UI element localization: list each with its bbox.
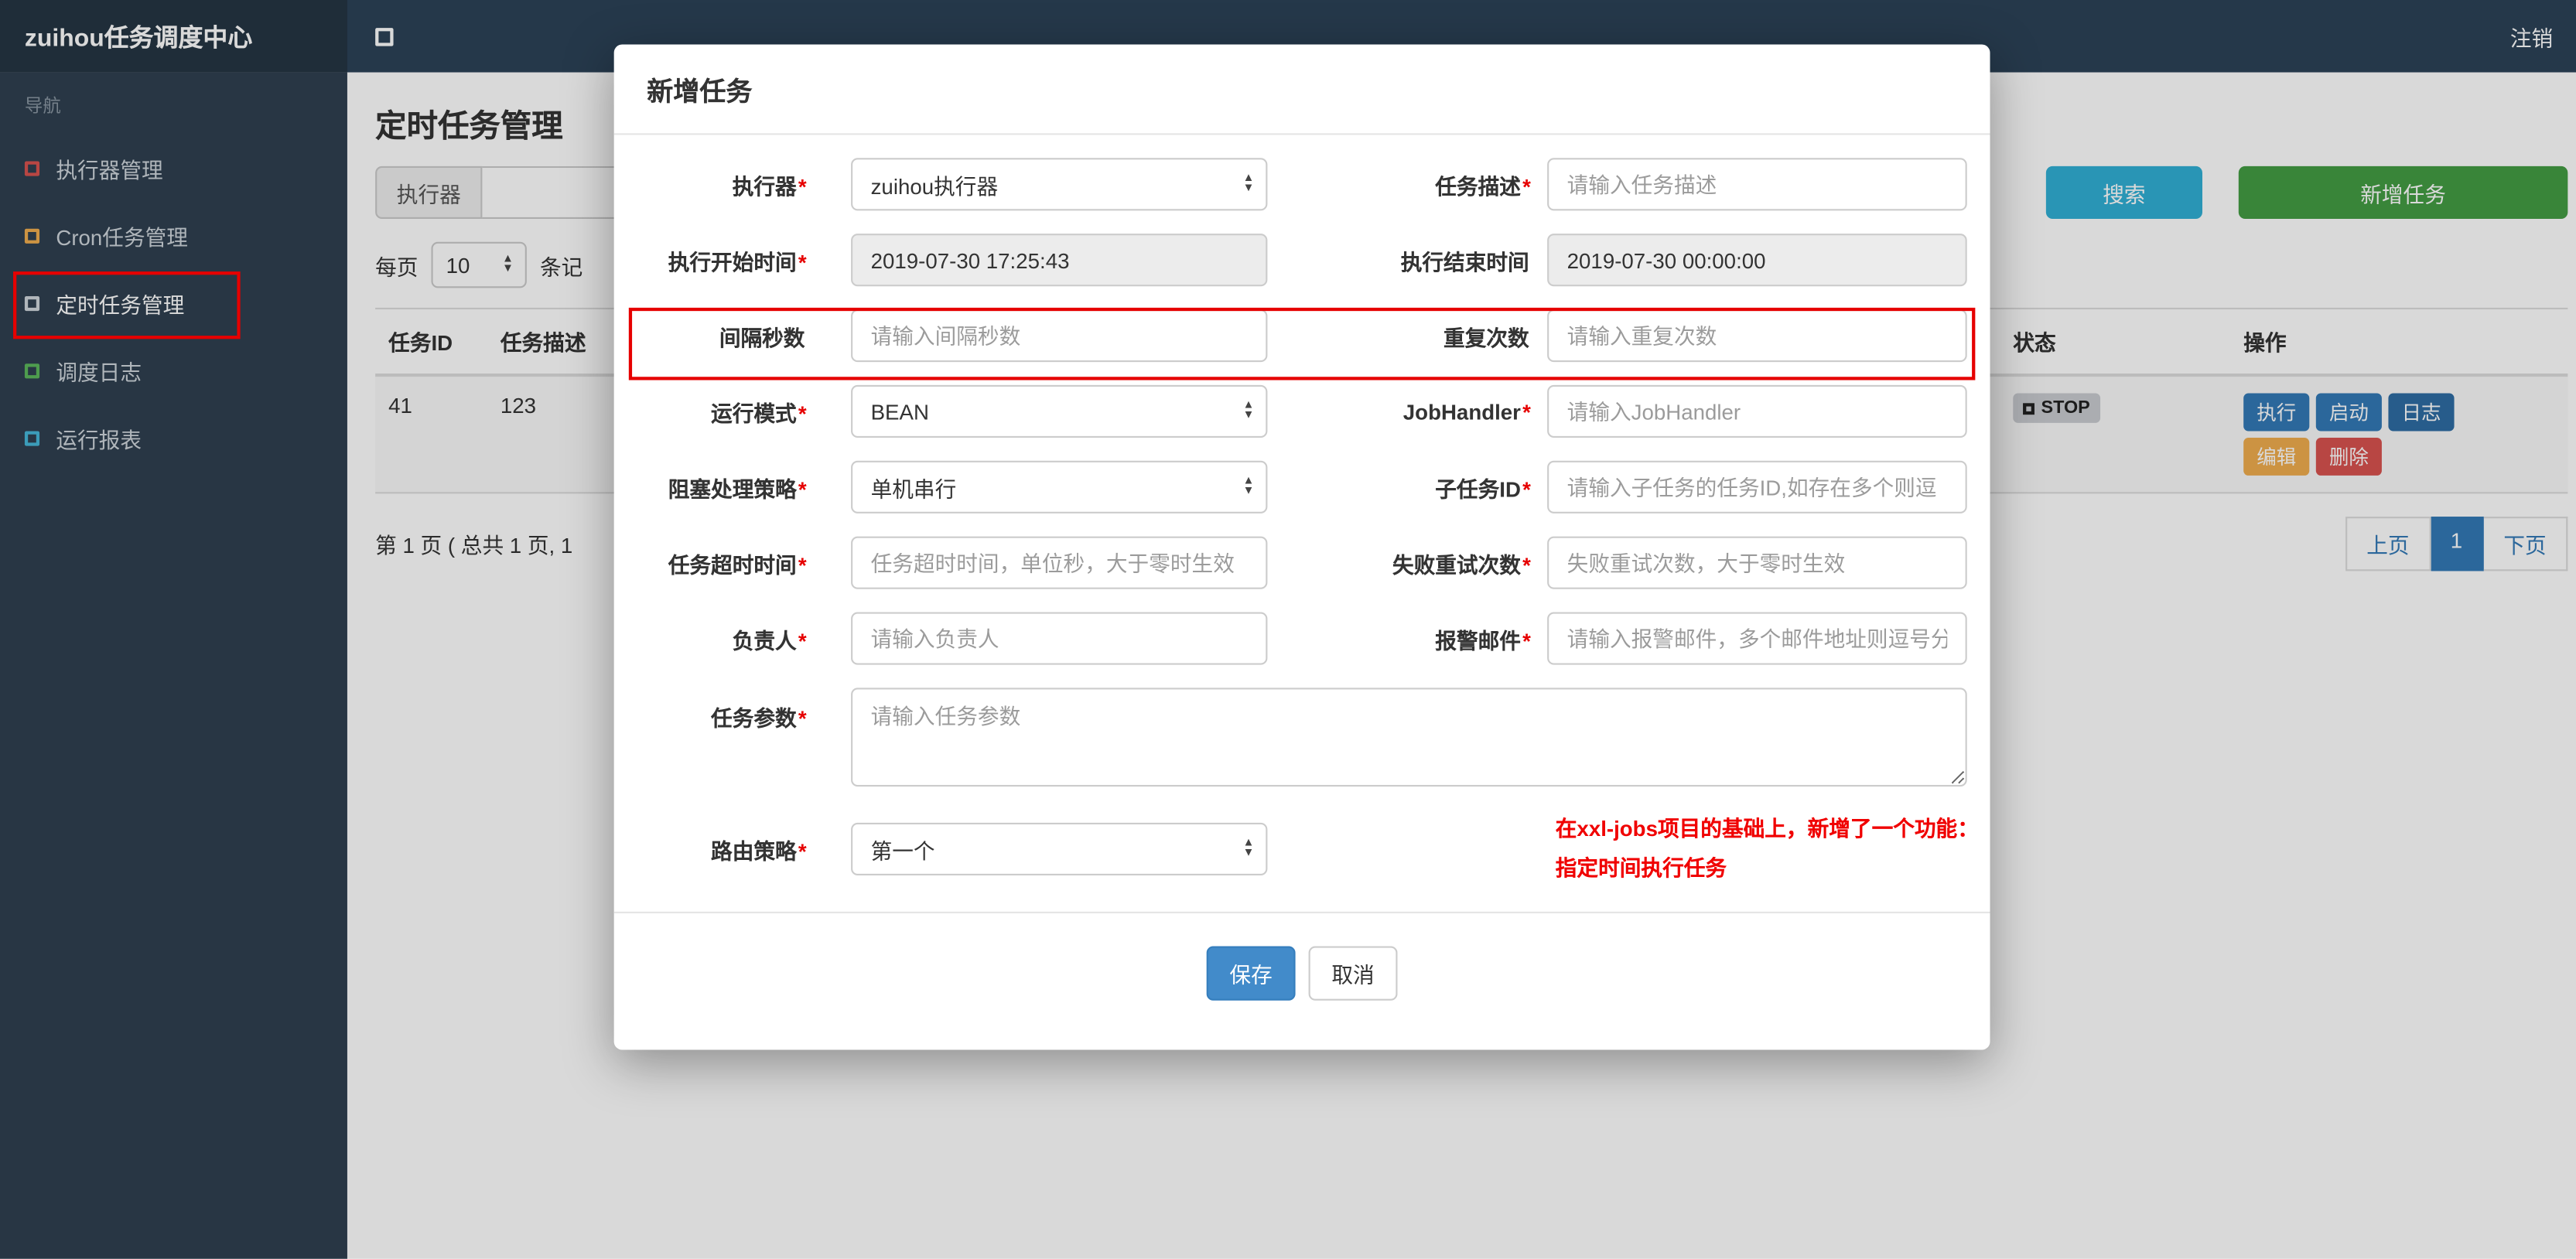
executor-select[interactable]: zuihou执行器 ▲ ▼: [851, 158, 1268, 211]
timeout-label: 任务超时时间 *: [668, 551, 807, 577]
retry-count-input[interactable]: [1547, 536, 1967, 589]
block-strategy-label: 阻塞处理策略 *: [668, 476, 807, 501]
modal-footer: 保存 取消: [614, 913, 1990, 1050]
start-time-label: 执行开始时间 *: [668, 249, 807, 275]
form-row: 负责人* 报警邮件*: [634, 612, 1967, 665]
modal-title: 新增任务: [613, 44, 1990, 135]
route-strategy-select[interactable]: 第一个 ▲ ▼: [851, 822, 1268, 875]
modal-body: 执行器* zuihou执行器 ▲▼ 任务描述* 执行开始时间*: [614, 135, 1990, 889]
repeat-count-label: 重复次数: [1443, 325, 1529, 350]
job-desc-label: 任务描述 *: [1435, 173, 1531, 199]
block-strategy-select-value: 单机串行: [870, 476, 957, 501]
child-job-id-label: 子任务ID *: [1435, 476, 1531, 501]
form-row: 间隔秒数 重复次数: [634, 309, 1967, 363]
end-time-input[interactable]: [1547, 234, 1967, 287]
retry-count-label: 失败重试次数 *: [1392, 551, 1531, 577]
route-strategy-select-value: 第一个: [870, 838, 935, 864]
owner-input[interactable]: [851, 612, 1268, 665]
form-row: 路由策略 * 第一个 ▲ ▼ 在xxl-jobs项目的基础上，新增了一个功能： 指定…: [634, 810, 1979, 889]
form-row: 阻塞处理策略 * 单机串行 ▲ ▼ 子任务ID *: [634, 460, 1967, 513]
form-row: 执行开始时间* 执行结束时间: [634, 234, 1967, 287]
select-arrows-icon: ▲ ▼: [1242, 172, 1255, 195]
job-params-label: 任务参数 *: [711, 705, 807, 731]
run-mode-select-value: BEAN: [870, 398, 929, 424]
form-row: 任务参数 *: [634, 688, 1967, 787]
interval-seconds-input[interactable]: [851, 309, 1268, 363]
jobhandler-label: JobHandler *: [1402, 398, 1531, 424]
form-row: 运行模式 * BEAN ▲ ▼ JobHandler *: [634, 384, 1967, 438]
job-desc-input[interactable]: [1547, 158, 1967, 211]
select-arrows-icon: ▲ ▼: [1242, 400, 1255, 421]
interval-label: 间隔秒数: [719, 325, 805, 350]
timeout-input[interactable]: [851, 536, 1268, 589]
alarm-email-label: 报警邮件 *: [1435, 627, 1531, 653]
owner-label: 负责人 *: [732, 627, 807, 653]
feature-note: 在xxl-jobs项目的基础上，新增了一个功能： 指定时间执行任务: [1556, 810, 1979, 889]
executor-label: 执行器 *: [732, 173, 807, 199]
app-root: zuihou任务调度中心 注销 导航 执行器管理 Cron任务管理 定时任务管理…: [0, 0, 2576, 1259]
feature-note-line1: 在xxl-jobs项目的基础上，新增了一个功能：: [1555, 816, 1979, 841]
form-row: 任务超时时间* 失败重试次数*: [634, 536, 1967, 589]
block-strategy-select[interactable]: 单机串行 ▲ ▼: [851, 460, 1268, 513]
select-arrows-icon: ▲ ▼: [1242, 475, 1255, 497]
run-mode-label: 运行模式 *: [711, 401, 807, 426]
executor-select-value: zuihou执行器: [870, 173, 999, 199]
start-time-input[interactable]: [851, 234, 1268, 287]
end-time-label: 执行结束时间: [1400, 249, 1529, 275]
feature-note-line2: 指定时间执行任务: [1555, 855, 1727, 881]
child-job-id-input[interactable]: [1547, 460, 1967, 513]
repeat-count-input[interactable]: [1547, 309, 1967, 363]
job-params-textarea[interactable]: [851, 688, 1967, 787]
jobhandler-input[interactable]: [1547, 384, 1967, 438]
run-mode-select[interactable]: BEAN ▲ ▼: [851, 384, 1268, 438]
alarm-email-input[interactable]: [1547, 612, 1967, 665]
add-job-modal: 新增任务 执行器* zuihou执行器 ▲▼ 任务描述* 执行开始时: [613, 44, 1990, 1050]
form-row: 执行器 * zuihou执行器 ▲ ▼ 任务描述 *: [634, 158, 1967, 211]
select-arrows-icon: ▲ ▼: [1242, 838, 1255, 859]
save-button[interactable]: 保存: [1206, 946, 1296, 1001]
route-strategy-label: 路由策略 *: [711, 838, 807, 864]
cancel-button[interactable]: 取消: [1308, 946, 1398, 1001]
